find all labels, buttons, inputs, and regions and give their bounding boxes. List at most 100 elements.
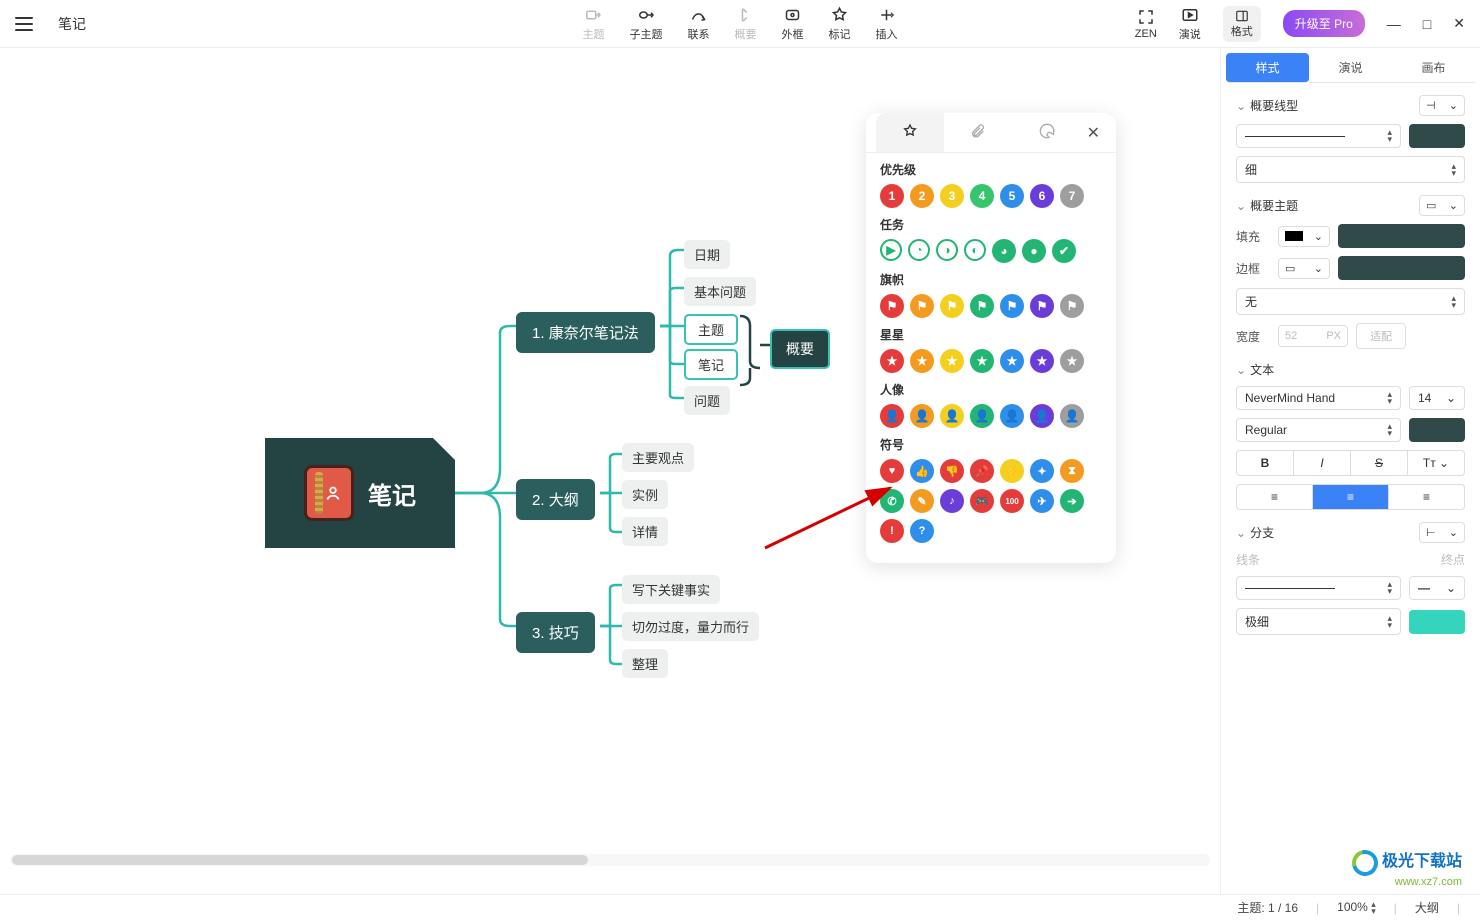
marker-symbol[interactable]: ✦ <box>1030 459 1054 483</box>
bold-button[interactable]: B <box>1237 451 1294 475</box>
branch-node-3[interactable]: 3. 技巧 <box>516 612 595 653</box>
popup-tab-marker[interactable] <box>876 113 944 152</box>
marker-flag[interactable]: ⚑ <box>1000 294 1024 318</box>
toolbar-present[interactable]: 演说 <box>1179 6 1201 42</box>
marker-symbol[interactable]: 👍 <box>910 459 934 483</box>
marker-symbol[interactable]: ? <box>910 519 934 543</box>
toolbar-insert[interactable]: 插入 <box>876 6 898 42</box>
marker-symbol[interactable]: 👎 <box>940 459 964 483</box>
width-input[interactable]: 52PX <box>1278 325 1348 347</box>
leaf-node[interactable]: 实例 <box>622 480 668 509</box>
menu-icon[interactable] <box>15 10 43 38</box>
marker-task[interactable]: ◑ <box>936 239 958 261</box>
marker-number[interactable]: 6 <box>1030 184 1054 208</box>
section-summary-line[interactable]: ⌄概要线型 ⊣⌄ <box>1236 95 1465 116</box>
status-zoom[interactable]: 100% ▴▾ <box>1337 900 1376 915</box>
leaf-node[interactable]: 详情 <box>622 517 668 546</box>
marker-number[interactable]: 7 <box>1060 184 1084 208</box>
leaf-node[interactable]: 问题 <box>684 386 730 415</box>
branch-node-1[interactable]: 1. 康奈尔笔记法 <box>516 312 655 353</box>
marker-symbol[interactable]: 100 <box>1000 489 1024 513</box>
marker-symbol[interactable]: 📌 <box>970 459 994 483</box>
marker-task[interactable]: ◐ <box>964 239 986 261</box>
font-size-select[interactable]: 14⌄ <box>1409 386 1465 410</box>
line-shape-select[interactable]: ⊣⌄ <box>1419 95 1465 116</box>
leaf-node[interactable]: 日期 <box>684 240 730 269</box>
marker-task[interactable]: ▶ <box>880 239 902 261</box>
branch-color-swatch[interactable] <box>1409 610 1465 634</box>
marker-flag[interactable]: ⚑ <box>1030 294 1054 318</box>
fill-color-select[interactable]: ⌄ <box>1278 226 1330 247</box>
align-center-button[interactable]: ≡ <box>1313 485 1389 509</box>
marker-symbol[interactable]: ⚡ <box>1000 459 1024 483</box>
marker-task[interactable]: ◕ <box>992 239 1016 263</box>
toolbar-subtopic[interactable]: 子主题 <box>630 6 663 42</box>
close-button[interactable]: ✕ <box>1453 15 1465 32</box>
marker-number[interactable]: 3 <box>940 184 964 208</box>
marker-symbol[interactable]: ⧗ <box>1060 459 1084 483</box>
line-style-select[interactable]: ▴▾ <box>1236 124 1401 148</box>
panel-tab-style[interactable]: 样式 <box>1226 53 1309 83</box>
marker-symbol[interactable]: 🎮 <box>970 489 994 513</box>
popup-tab-clip[interactable] <box>944 113 1012 152</box>
leaf-node[interactable]: 整理 <box>622 649 668 678</box>
border-style-select[interactable]: 无▴▾ <box>1236 288 1465 315</box>
toolbar-zen[interactable]: ZEN <box>1135 8 1157 40</box>
leaf-node-selected[interactable]: 主题 <box>684 314 738 345</box>
canvas[interactable]: 笔记 1. 康奈尔笔记法 日期 基本问题 主题 笔记 问题 概要 2. 大纲 主… <box>0 48 1220 894</box>
status-view[interactable]: 大纲 <box>1415 899 1439 916</box>
marker-symbol[interactable]: ✎ <box>910 489 934 513</box>
marker-flag[interactable]: ⚑ <box>1060 294 1084 318</box>
summary-node[interactable]: 概要 <box>770 329 830 369</box>
branch-shape-select[interactable]: ⊢⌄ <box>1419 522 1465 543</box>
branch-thin-select[interactable]: 极细▴▾ <box>1236 608 1401 635</box>
marker-number[interactable]: 4 <box>970 184 994 208</box>
leaf-node-selected[interactable]: 笔记 <box>684 349 738 380</box>
section-branch[interactable]: ⌄分支 ⊢⌄ <box>1236 522 1465 543</box>
align-right-button[interactable]: ≡ <box>1389 485 1464 509</box>
marker-number[interactable]: 2 <box>910 184 934 208</box>
textcase-button[interactable]: Tᴛ ⌄ <box>1408 451 1464 475</box>
section-summary-topic[interactable]: ⌄概要主题 ▭⌄ <box>1236 195 1465 216</box>
panel-tab-present[interactable]: 演说 <box>1309 53 1392 83</box>
toolbar-marker[interactable]: 标记 <box>829 6 851 42</box>
marker-flag[interactable]: ⚑ <box>910 294 934 318</box>
leaf-node[interactable]: 基本问题 <box>684 277 756 306</box>
text-color-swatch[interactable] <box>1409 418 1465 442</box>
maximize-button[interactable]: □ <box>1423 16 1431 32</box>
italic-button[interactable]: I <box>1294 451 1351 475</box>
marker-person[interactable]: 👤 <box>1000 404 1024 428</box>
marker-star[interactable]: ★ <box>1060 349 1084 373</box>
marker-number[interactable]: 1 <box>880 184 904 208</box>
section-text[interactable]: ⌄文本 <box>1236 361 1465 378</box>
toolbar-format[interactable]: 格式 <box>1223 6 1261 42</box>
marker-flag[interactable]: ⚑ <box>940 294 964 318</box>
marker-task[interactable]: ● <box>1022 239 1046 263</box>
endpoint-select[interactable]: —⌄ <box>1409 576 1465 600</box>
thickness-select[interactable]: 细▴▾ <box>1236 156 1465 183</box>
popup-close-button[interactable]: ✕ <box>1081 123 1106 143</box>
font-select[interactable]: NeverMind Hand▴▾ <box>1236 386 1401 410</box>
marker-number[interactable]: 5 <box>1000 184 1024 208</box>
marker-star[interactable]: ★ <box>940 349 964 373</box>
toolbar-topic[interactable]: 主题 <box>583 6 605 42</box>
leaf-node[interactable]: 切勿过度，量力而行 <box>622 612 759 641</box>
marker-star[interactable]: ★ <box>1030 349 1054 373</box>
marker-flag[interactable]: ⚑ <box>880 294 904 318</box>
marker-star[interactable]: ★ <box>910 349 934 373</box>
upgrade-pro-button[interactable]: 升级至 Pro <box>1283 10 1365 37</box>
marker-person[interactable]: 👤 <box>940 404 964 428</box>
popup-tab-sticker[interactable] <box>1012 113 1080 152</box>
toolbar-frame[interactable]: 外框 <box>782 6 804 42</box>
minimize-button[interactable]: — <box>1387 16 1401 32</box>
toolbar-relation[interactable]: 联系 <box>688 6 710 42</box>
branch-node-2[interactable]: 2. 大纲 <box>516 479 595 520</box>
align-left-button[interactable]: ≡ <box>1237 485 1313 509</box>
marker-flag[interactable]: ⚑ <box>970 294 994 318</box>
line-color-swatch[interactable] <box>1409 124 1465 148</box>
marker-star[interactable]: ★ <box>1000 349 1024 373</box>
marker-task[interactable]: ✔ <box>1052 239 1076 263</box>
marker-symbol[interactable]: ➔ <box>1060 489 1084 513</box>
toolbar-summary[interactable]: 概要 <box>735 6 757 42</box>
leaf-node[interactable]: 主要观点 <box>622 443 694 472</box>
